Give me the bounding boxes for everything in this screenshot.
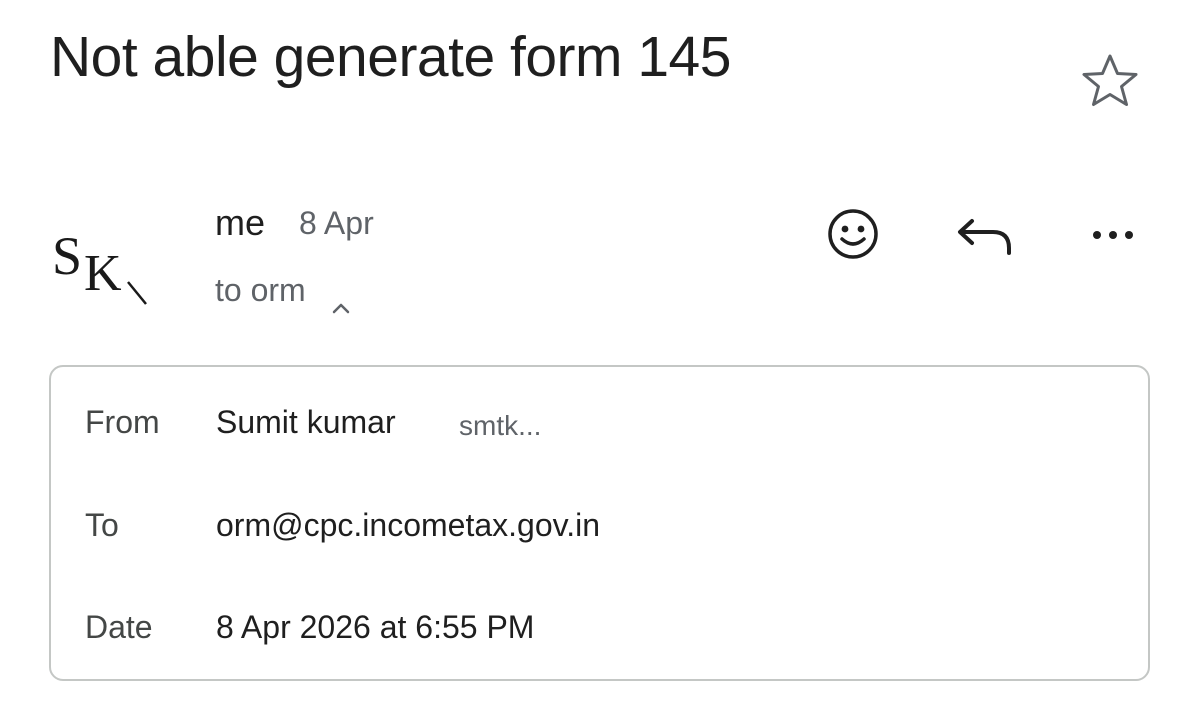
chevron-up-icon [331, 286, 351, 313]
details-row-to: To orm@cpc.incometax.gov.in [51, 507, 1148, 557]
to-address[interactable]: orm@cpc.incometax.gov.in [216, 507, 600, 544]
avatar-monogram: S K [47, 203, 157, 313]
sender-avatar[interactable]: S K [46, 202, 158, 314]
star-icon[interactable] [1078, 52, 1142, 108]
avatar-letter-k: K [84, 245, 122, 302]
from-email[interactable]: smtk... [459, 410, 541, 442]
email-subject: Not able generate form 145 [50, 25, 731, 89]
recipients-toggle[interactable]: to orm [215, 272, 351, 313]
sender-date: 8 Apr [299, 205, 374, 241]
reply-icon [958, 219, 1011, 255]
date-value: 8 Apr 2026 at 6:55 PM [216, 609, 535, 645]
details-row-date: Date 8 Apr 2026 at 6:55 PM [51, 609, 1148, 659]
from-label: From [85, 404, 160, 440]
details-row-from: From Sumit kumar smtk... [51, 404, 1148, 454]
reply-button[interactable] [955, 205, 1015, 265]
recipients-summary: to orm [215, 272, 306, 308]
date-label: Date [85, 609, 153, 645]
avatar-letter-s: S [52, 226, 82, 286]
more-horizontal-icon [1093, 231, 1133, 239]
more-options-button[interactable] [1085, 205, 1145, 265]
emoji-icon [828, 209, 878, 259]
from-name[interactable]: Sumit kumar [216, 404, 396, 441]
sender-name[interactable]: me [215, 202, 265, 244]
to-label: To [85, 507, 119, 543]
add-reaction-button[interactable] [823, 205, 883, 265]
message-details-panel: From Sumit kumar smtk... To orm@cpc.inco… [49, 365, 1150, 681]
